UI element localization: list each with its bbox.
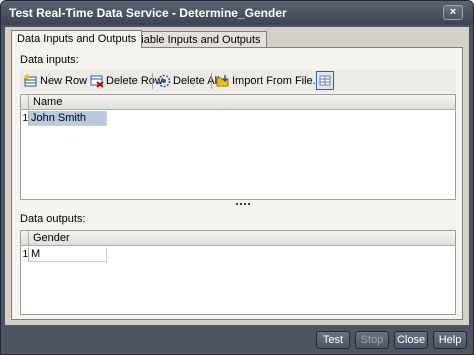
tab-panel: Data inputs: New Row Delete Row Delete A… [11, 47, 463, 320]
inputs-toolbar: New Row Delete Row Delete All Import Fro… [20, 70, 456, 92]
splitter-dot [236, 203, 238, 205]
delete-row-button[interactable]: Delete Row [88, 72, 165, 90]
grid-corner [21, 95, 29, 110]
window-title: Test Real-Time Data Service - Determine_… [9, 6, 287, 20]
import-from-file-button[interactable]: Import From File... [214, 72, 324, 90]
stop-button[interactable]: Stop [355, 331, 389, 349]
row-number: 1 [22, 111, 29, 126]
toolbar-separator [152, 73, 153, 89]
data-inputs-label: Data inputs: [20, 54, 79, 66]
grid-header-row: Gender [21, 231, 455, 246]
dialog-client-area: Data Inputs and Outputs Variable Inputs … [5, 27, 469, 325]
title-bar[interactable]: Test Real-Time Data Service - Determine_… [1, 1, 473, 25]
column-header-name[interactable]: Name [33, 96, 62, 108]
splitter-dot [240, 203, 242, 205]
toolbar-separator [211, 73, 212, 89]
import-folder-icon [216, 75, 229, 87]
new-row-icon [24, 74, 37, 87]
splitter-dot [248, 203, 250, 205]
grid-header-row: Name [21, 95, 455, 110]
import-from-file-label: Import From File... [232, 75, 322, 87]
gender-cell[interactable]: M [29, 247, 107, 262]
close-button[interactable]: Close [394, 331, 428, 349]
tab-data-inputs-outputs[interactable]: Data Inputs and Outputs [11, 30, 143, 48]
panel-splitter[interactable] [236, 201, 250, 207]
close-window-button[interactable]: × [443, 5, 463, 20]
dialog-footer: Test Stop Close Help [5, 325, 469, 354]
data-outputs-label: Data outputs: [20, 213, 86, 225]
grid-view-toggle[interactable] [316, 71, 334, 90]
grid-view-icon [319, 75, 331, 86]
delete-row-icon [90, 75, 104, 88]
dialog-window: Test Real-Time Data Service - Determine_… [0, 0, 474, 355]
row-number: 1 [22, 247, 29, 262]
help-button[interactable]: Help [433, 331, 467, 349]
delete-all-label: Delete All [173, 75, 220, 87]
new-row-button[interactable]: New Row [22, 72, 89, 90]
data-outputs-grid[interactable]: Gender 1 M [20, 230, 456, 315]
data-inputs-grid[interactable]: Name 1 John Smith [20, 94, 456, 200]
splitter-dot [244, 203, 246, 205]
grid-corner [21, 231, 29, 246]
test-button[interactable]: Test [316, 331, 350, 349]
new-row-label: New Row [40, 75, 88, 87]
column-header-gender[interactable]: Gender [33, 232, 70, 244]
name-cell[interactable]: John Smith [29, 111, 107, 126]
delete-all-icon [157, 74, 171, 88]
